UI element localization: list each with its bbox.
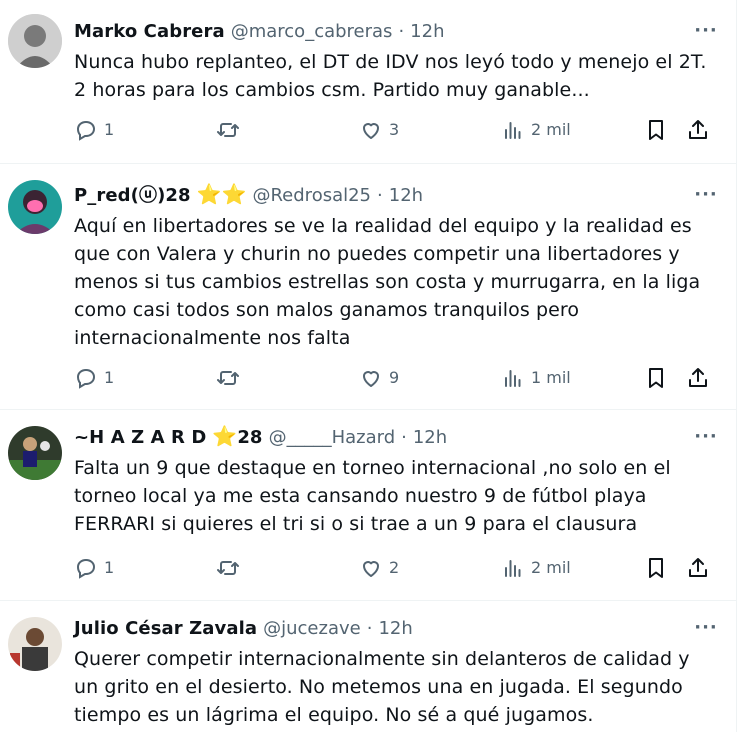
- action-bar: 1 3 2 mil: [74, 118, 714, 148]
- bookmark-button[interactable]: [644, 556, 668, 580]
- reply-icon: [76, 120, 96, 141]
- views-icon: [505, 370, 521, 387]
- retweet-icon: [217, 561, 239, 575]
- views-icon: [505, 560, 521, 577]
- author-handle[interactable]: @jucezave: [263, 617, 361, 641]
- retweet-button[interactable]: [216, 556, 246, 580]
- action-bar: 1 2 2 mil: [74, 556, 714, 586]
- timestamp[interactable]: 12h: [410, 20, 444, 44]
- avatar[interactable]: [8, 14, 62, 68]
- tweet[interactable]: Julio César Zavala @jucezave · 12h ··· Q…: [0, 601, 736, 732]
- star-emoji: ⭐⭐: [196, 182, 247, 206]
- tweet-text: Falta un 9 que destaque en torneo intern…: [74, 457, 671, 535]
- author-name-suffix[interactable]: 28: [237, 426, 262, 450]
- tweet-feed: Marko Cabrera @marco_cabreras · 12h ··· …: [0, 0, 737, 732]
- tweet[interactable]: P_red(ⓤ)28 ⭐⭐ @Redrosal25 · 12h ··· Aquí…: [0, 164, 736, 410]
- author-name[interactable]: ~H A Z A R D: [74, 426, 206, 450]
- bookmark-button[interactable]: [644, 118, 668, 142]
- views-count: 1 mil: [531, 368, 571, 387]
- share-icon: [689, 368, 707, 387]
- separator-dot: ·: [377, 185, 383, 206]
- like-count: 2: [389, 558, 400, 577]
- more-options-button[interactable]: ···: [690, 184, 722, 208]
- bookmark-icon: [649, 368, 663, 388]
- author-handle[interactable]: @Redrosal25: [252, 184, 371, 208]
- more-options-button[interactable]: ···: [690, 617, 722, 641]
- share-button[interactable]: [686, 556, 710, 580]
- star-emoji: ⭐: [212, 424, 238, 448]
- reply-count: 1: [104, 120, 115, 139]
- separator-dot: ·: [398, 21, 405, 42]
- views-button[interactable]: 1 mil: [501, 366, 571, 390]
- share-button[interactable]: [686, 118, 710, 142]
- like-icon: [363, 561, 379, 577]
- views-count: 2 mil: [531, 120, 571, 139]
- retweet-icon: [217, 371, 239, 385]
- views-button[interactable]: 2 mil: [501, 556, 571, 580]
- separator-dot: ·: [366, 618, 373, 639]
- reply-button[interactable]: 1: [74, 366, 114, 390]
- avatar[interactable]: [8, 426, 62, 480]
- like-count: 9: [389, 368, 400, 387]
- like-button[interactable]: 9: [359, 366, 399, 390]
- reply-icon: [76, 558, 96, 579]
- tweet[interactable]: Marko Cabrera @marco_cabreras · 12h ··· …: [0, 0, 736, 164]
- reply-button[interactable]: 1: [74, 118, 114, 142]
- views-count: 2 mil: [531, 558, 571, 577]
- timestamp[interactable]: 12h: [378, 617, 412, 641]
- bookmark-icon: [649, 558, 663, 578]
- reply-count: 1: [104, 368, 115, 387]
- like-count: 3: [389, 120, 400, 139]
- author-name[interactable]: Julio César Zavala: [74, 617, 257, 641]
- timestamp[interactable]: 12h: [389, 184, 423, 208]
- views-button[interactable]: 2 mil: [501, 118, 571, 142]
- timestamp[interactable]: 12h: [413, 426, 447, 450]
- views-icon: [505, 122, 521, 139]
- reply-button[interactable]: 1: [74, 556, 114, 580]
- share-icon: [689, 558, 707, 577]
- like-icon: [363, 371, 379, 387]
- bookmark-icon: [649, 120, 663, 140]
- tweet-text: Nunca hubo replanteo, el DT de IDV nos l…: [74, 51, 707, 101]
- share-button[interactable]: [686, 366, 710, 390]
- reply-count: 1: [104, 558, 115, 577]
- tweet-text: Querer competir internacionalmente sin d…: [74, 648, 690, 726]
- retweet-button[interactable]: [216, 118, 246, 142]
- bookmark-button[interactable]: [644, 366, 668, 390]
- avatar[interactable]: [8, 180, 62, 234]
- tweet[interactable]: ~H A Z A R D ⭐ 28 @_____Hazard · 12h ···…: [0, 410, 736, 601]
- reply-icon: [76, 368, 96, 389]
- author-handle[interactable]: @marco_cabreras: [231, 20, 393, 44]
- like-button[interactable]: 2: [359, 556, 399, 580]
- like-icon: [363, 123, 379, 139]
- author-name[interactable]: P_red(ⓤ)28: [74, 184, 191, 208]
- more-options-button[interactable]: ···: [690, 20, 722, 44]
- retweet-icon: [217, 123, 239, 137]
- avatar[interactable]: [8, 617, 62, 671]
- action-bar: 1 9 1 mil: [74, 366, 714, 396]
- tweet-text: Aquí en libertadores se ve la realidad d…: [74, 215, 701, 349]
- retweet-button[interactable]: [216, 366, 246, 390]
- author-name[interactable]: Marko Cabrera: [74, 20, 225, 44]
- like-button[interactable]: 3: [359, 118, 399, 142]
- author-handle[interactable]: @_____Hazard: [269, 426, 396, 450]
- more-options-button[interactable]: ···: [690, 426, 722, 450]
- separator-dot: ·: [401, 427, 407, 448]
- share-icon: [689, 120, 707, 139]
